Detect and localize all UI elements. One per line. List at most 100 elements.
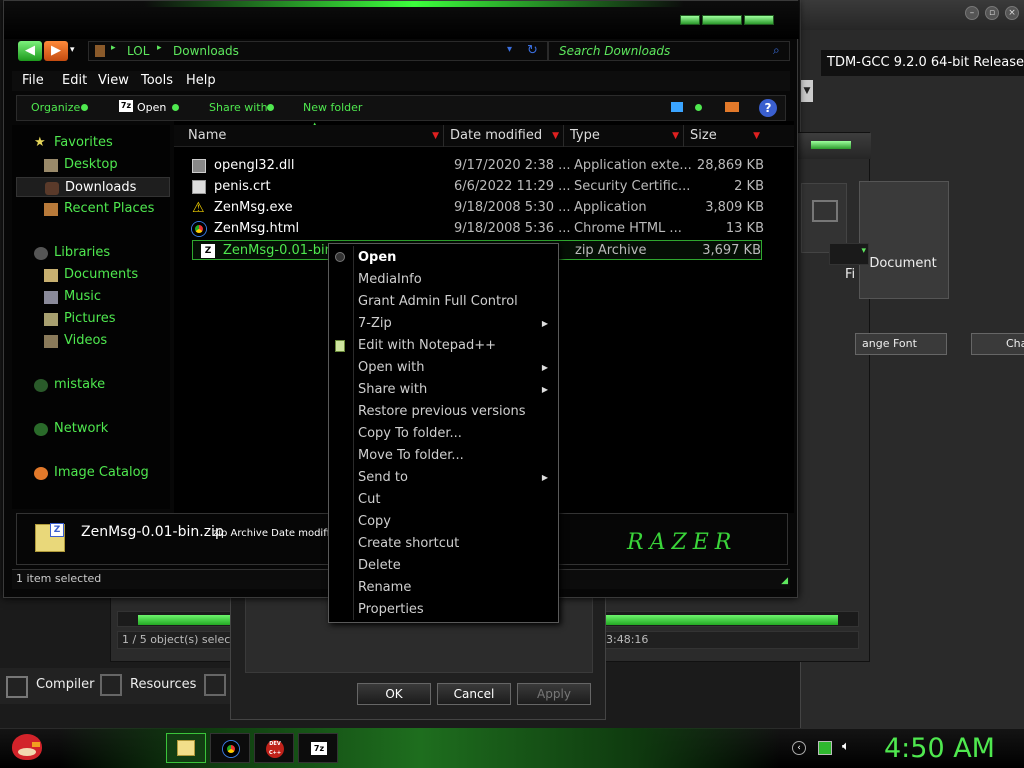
document-card[interactable]: Document [859, 181, 949, 299]
menu-item-7zip[interactable]: 7-Zip ▶ [329, 313, 558, 335]
taskbar-chrome[interactable] [210, 733, 250, 763]
preview-pane-icon[interactable] [725, 102, 739, 112]
nav-libraries[interactable]: Libraries [12, 243, 170, 263]
menu-item-mediainfo[interactable]: MediaInfo [329, 269, 558, 291]
taskbar-7zip[interactable]: 7z [298, 733, 338, 763]
menu-item-share-with[interactable]: Share with ▶ [329, 379, 558, 401]
close-icon[interactable]: × [1005, 6, 1019, 20]
search-box[interactable]: Search Downloads ⌕ [548, 41, 790, 61]
menu-item-properties[interactable]: Properties [329, 599, 558, 621]
open-dropdown-icon[interactable] [172, 104, 179, 111]
column-date-dropdown-icon[interactable]: ▼ [552, 125, 559, 147]
menu-edit[interactable]: Edit [62, 73, 87, 88]
nav-music[interactable]: Music [12, 287, 170, 307]
nav-documents[interactable]: Documents [12, 265, 170, 285]
menu-item-open-with[interactable]: Open with ▶ [329, 357, 558, 379]
menu-item-open[interactable]: Open [329, 247, 558, 269]
tab-compiler[interactable]: Compiler [36, 677, 95, 692]
menu-item-restore-versions[interactable]: Restore previous versions [329, 401, 558, 423]
column-date[interactable]: Date modified ▼ [444, 125, 564, 147]
ok-button[interactable]: OK [357, 683, 431, 705]
nav-videos[interactable]: Videos [12, 331, 170, 351]
share-dropdown-icon[interactable] [267, 104, 274, 111]
share-with-button[interactable]: Share with [209, 101, 268, 114]
menu-tools[interactable]: Tools [141, 73, 173, 88]
menu-item-move-to-folder[interactable]: Move To folder... [329, 445, 558, 467]
nav-network[interactable]: Network [12, 419, 170, 439]
menu-item-label: Copy To folder... [358, 426, 462, 441]
devcpp-caption-buttons[interactable] [811, 141, 851, 149]
restore-icon[interactable]: ▫ [985, 6, 999, 20]
nav-image-catalog[interactable]: Image Catalog [12, 463, 170, 483]
address-dropdown-icon[interactable]: ▾ [507, 44, 512, 55]
combo-dropdown-icon[interactable]: ▼ [801, 80, 813, 102]
column-type[interactable]: Type ▼ [564, 125, 684, 147]
taskbar-clock[interactable]: 4:50 AM [884, 733, 995, 764]
menu-item-rename[interactable]: Rename [329, 577, 558, 599]
menu-item-copy[interactable]: Copy [329, 511, 558, 533]
organize-dropdown-icon[interactable] [81, 104, 88, 111]
organize-button[interactable]: Organize [31, 101, 80, 114]
menu-item-delete[interactable]: Delete [329, 555, 558, 577]
nav-music-label: Music [64, 289, 101, 304]
menu-help[interactable]: Help [186, 73, 216, 88]
menu-item-grant-admin[interactable]: Grant Admin Full Control [329, 291, 558, 313]
taskbar-devcpp[interactable]: DEV C++ [254, 733, 294, 763]
start-button[interactable] [6, 728, 52, 768]
nav-downloads[interactable]: Downloads [16, 177, 170, 197]
file-row[interactable]: penis.crt 6/6/2022 11:29 ... Security Ce… [184, 177, 764, 197]
nav-desktop[interactable]: Desktop [12, 155, 170, 175]
action-center-icon[interactable] [818, 741, 832, 755]
file-row[interactable]: ZenMsg.html 9/18/2008 5:36 ... Chrome HT… [184, 219, 764, 239]
view-dropdown-icon[interactable] [695, 104, 702, 111]
column-type-dropdown-icon[interactable]: ▼ [672, 125, 679, 147]
column-size[interactable]: Size ▼ [684, 125, 764, 147]
menu-item-notepadpp[interactable]: Edit with Notepad++ [329, 335, 558, 357]
maximize-button[interactable] [702, 15, 742, 25]
view-options-icon[interactable] [671, 102, 683, 112]
chart-icon[interactable] [204, 674, 226, 696]
minimize-icon[interactable]: – [965, 6, 979, 20]
address-bar[interactable]: ▸ LOL ▸ Downloads ▾ ↻ [88, 41, 548, 61]
change-font-button[interactable]: ange Font [855, 333, 947, 355]
combo-box[interactable]: ▾ [829, 243, 869, 265]
apply-button[interactable]: Apply [517, 683, 591, 705]
resize-grip-icon[interactable]: ◢ [781, 572, 788, 590]
submenu-arrow-icon: ▶ [541, 473, 548, 482]
column-name-dropdown-icon[interactable]: ▼ [432, 125, 439, 147]
nav-recent-places[interactable]: Recent Places [12, 199, 170, 219]
file-row[interactable]: opengl32.dll 9/17/2020 2:38 ... Applicat… [184, 156, 764, 176]
breadcrumb-downloads[interactable]: Downloads [173, 44, 239, 58]
nav-pictures[interactable]: Pictures [12, 309, 170, 329]
column-size-dropdown-icon[interactable]: ▼ [753, 125, 760, 147]
menu-item-send-to[interactable]: Send to ▶ [329, 467, 558, 489]
tab-resources[interactable]: Resources [130, 677, 196, 692]
homegroup-icon [34, 379, 48, 392]
back-arrow-icon[interactable]: ◀ [18, 41, 42, 61]
cancel-button[interactable]: Cancel [437, 683, 511, 705]
new-folder-button[interactable]: New folder [303, 101, 362, 114]
volume-icon[interactable]: 🔈︎ [842, 739, 856, 754]
column-name[interactable]: Name ▼ [182, 125, 444, 147]
refresh-icon[interactable]: ↻ [527, 43, 538, 58]
cha-button[interactable]: Cha [971, 333, 1024, 355]
recent-pages-icon[interactable]: ▾ [70, 45, 75, 55]
menu-item-create-shortcut[interactable]: Create shortcut [329, 533, 558, 555]
open-button[interactable]: Open [137, 101, 166, 114]
breadcrumb-lol[interactable]: LOL [127, 44, 149, 58]
menu-item-copy-to-folder[interactable]: Copy To folder... [329, 423, 558, 445]
nav-favorites[interactable]: ★ Favorites [12, 133, 170, 153]
close-button[interactable] [744, 15, 774, 25]
help-icon[interactable]: ? [759, 99, 777, 117]
menu-item-cut[interactable]: Cut [329, 489, 558, 511]
nav-mistake[interactable]: mistake [12, 375, 170, 395]
file-row[interactable]: ⚠ ZenMsg.exe 9/18/2008 5:30 ... Applicat… [184, 198, 764, 218]
forward-arrow-icon[interactable]: ▶ [44, 41, 68, 61]
show-hidden-icons[interactable]: ‹ [792, 741, 806, 755]
folder-icon [177, 740, 195, 756]
menu-file[interactable]: File [22, 73, 44, 88]
taskbar-explorer[interactable] [166, 733, 206, 763]
search-icon[interactable]: ⌕ [773, 43, 780, 58]
menu-view[interactable]: View [98, 73, 129, 88]
minimize-button[interactable] [680, 15, 700, 25]
